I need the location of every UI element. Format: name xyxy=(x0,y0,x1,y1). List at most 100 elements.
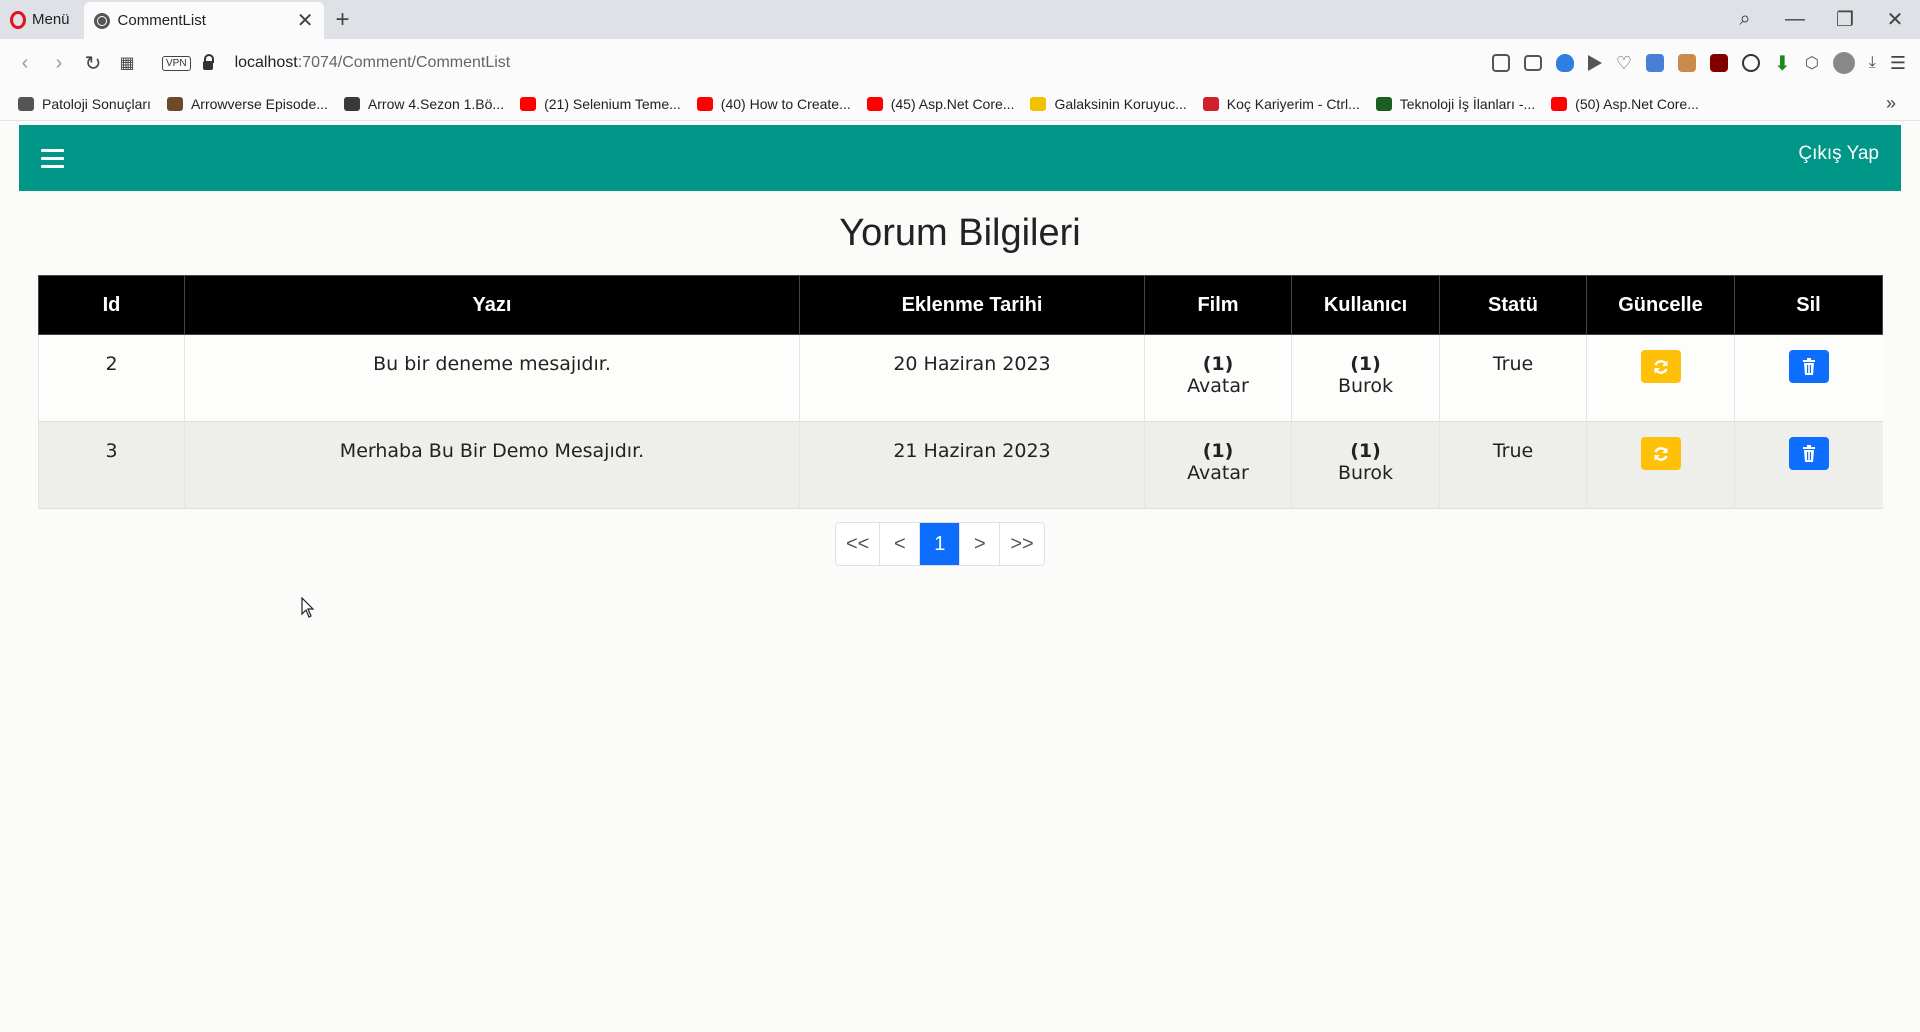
url-field[interactable]: localhost:7074/Comment/CommentList xyxy=(235,54,511,72)
bookmark-item[interactable]: (50) Asp.Net Core... xyxy=(1551,96,1699,112)
trash-icon xyxy=(1802,357,1815,375)
bookmark-item[interactable]: Koç Kariyerim - Ctrl... xyxy=(1202,95,1360,112)
new-tab-button[interactable]: + xyxy=(324,0,362,39)
close-window-icon[interactable]: ✕ xyxy=(1870,7,1920,32)
cell-status: True xyxy=(1439,421,1587,509)
opera-logo-icon xyxy=(10,10,26,29)
url-path: :7074/Comment/CommentList xyxy=(297,54,511,71)
window-controls: ⌕ — ❐ ✕ xyxy=(1720,0,1920,39)
mouse-cursor-icon xyxy=(301,597,315,618)
table-row: 2 Bu bir deneme mesajıdır. 20 Haziran 20… xyxy=(38,334,1883,422)
bookmark-label: Arrow 4.Sezon 1.Bö... xyxy=(367,95,505,112)
bookmark-item[interactable]: (21) Selenium Teme... xyxy=(520,96,681,112)
profile-avatar-icon[interactable] xyxy=(1832,52,1855,74)
next-page-link[interactable]: > xyxy=(960,523,1001,565)
cell-film: (1) Avatar xyxy=(1144,421,1292,509)
search-tabs-icon[interactable]: ⌕ xyxy=(1720,8,1770,31)
close-tab-icon[interactable]: ✕ xyxy=(297,11,314,31)
prev-page-link[interactable]: < xyxy=(880,523,921,565)
logout-link[interactable]: Çıkış Yap xyxy=(1798,143,1879,165)
downloads-icon[interactable]: ⤓ xyxy=(1869,54,1876,72)
column-header-user: Kullanıcı xyxy=(1291,275,1440,335)
camera-icon[interactable] xyxy=(1523,55,1542,71)
bookmark-label: Galaksinin Koruyuc... xyxy=(1054,95,1187,112)
refresh-icon xyxy=(1653,359,1668,374)
back-icon[interactable]: ‹ xyxy=(8,52,42,75)
delete-button[interactable] xyxy=(1788,350,1829,383)
bookmark-item[interactable]: (40) How to Create... xyxy=(696,96,851,112)
forward-icon[interactable]: › xyxy=(42,52,76,75)
film-name: Avatar xyxy=(1187,462,1249,484)
tab-commentlist[interactable]: CommentList ✕ xyxy=(83,2,324,39)
tabs-grid-icon[interactable]: ▦ xyxy=(110,53,144,73)
user-name: Burok xyxy=(1337,462,1394,484)
bookmark-favicon-icon xyxy=(1202,96,1219,111)
film-id: (1) xyxy=(1202,440,1234,462)
bookmark-label: Koç Kariyerim - Ctrl... xyxy=(1226,95,1360,112)
cell-date: 21 Haziran 2023 xyxy=(799,421,1145,509)
bookmark-favicon-icon xyxy=(18,96,34,111)
bookmark-item[interactable]: Patoloji Sonuçları xyxy=(18,96,151,112)
cell-text: Bu bir deneme mesajıdır. xyxy=(184,334,800,422)
vpn-badge[interactable]: VPN xyxy=(162,55,191,71)
ublock-icon[interactable] xyxy=(1710,54,1729,72)
box-icon[interactable]: ⬡ xyxy=(1805,53,1819,73)
download-arrow-icon[interactable]: ⬇ xyxy=(1774,51,1791,76)
restore-icon[interactable]: ❐ xyxy=(1820,7,1870,32)
cell-id: 3 xyxy=(38,421,185,509)
opera-menu-button[interactable]: Menü xyxy=(0,0,84,39)
current-page-link[interactable]: 1 xyxy=(920,523,961,565)
cell-delete xyxy=(1734,421,1883,509)
trash-icon xyxy=(1802,444,1815,462)
speed-dial-icon[interactable] xyxy=(1742,54,1761,72)
snap-icon[interactable] xyxy=(1491,54,1510,72)
shield-icon[interactable] xyxy=(1555,54,1574,72)
bookmark-item[interactable]: Arrowverse Episode... xyxy=(166,95,328,112)
wallet-icon[interactable] xyxy=(1678,54,1697,72)
comment-table: Id Yazı Eklenme Tarihi Film Kullanıcı St… xyxy=(38,275,1883,509)
bookmark-label: (45) Asp.Net Core... xyxy=(890,95,1015,112)
bookmark-favicon-icon xyxy=(520,96,537,111)
send-icon[interactable] xyxy=(1587,55,1602,71)
delete-button[interactable] xyxy=(1788,437,1829,470)
hamburger-menu-icon[interactable] xyxy=(41,148,64,168)
bookmark-favicon-icon xyxy=(1375,96,1392,111)
table-row: 3 Merhaba Bu Bir Demo Mesajıdır. 21 Hazi… xyxy=(38,421,1883,509)
user-id: (1) xyxy=(1350,353,1381,375)
film-id: (1) xyxy=(1202,353,1234,375)
column-header-text: Yazı xyxy=(184,275,800,335)
minimize-icon[interactable]: — xyxy=(1770,8,1820,31)
easy-setup-icon[interactable]: ☰ xyxy=(1890,53,1906,74)
update-button[interactable] xyxy=(1640,437,1681,470)
bookmarks-more-icon[interactable]: » xyxy=(1886,93,1896,114)
bookmark-label: Patoloji Sonuçları xyxy=(42,95,151,112)
lock-icon[interactable] xyxy=(202,53,214,70)
column-header-status: Statü xyxy=(1439,275,1587,335)
bookmark-item[interactable]: (45) Asp.Net Core... xyxy=(866,95,1015,112)
user-name: Burok xyxy=(1337,375,1394,397)
cell-status: True xyxy=(1439,334,1587,422)
bookmark-label: Teknoloji İş İlanları -... xyxy=(1399,95,1536,112)
bookmark-label: (50) Asp.Net Core... xyxy=(1575,95,1699,112)
bookmark-item[interactable]: Galaksinin Koruyuc... xyxy=(1030,95,1187,112)
last-page-link[interactable]: >> xyxy=(1000,523,1044,565)
column-header-id: Id xyxy=(38,275,185,335)
cell-update xyxy=(1586,421,1735,509)
bookmark-favicon-icon xyxy=(1030,96,1047,111)
cell-date: 20 Haziran 2023 xyxy=(799,334,1145,422)
translate-icon[interactable] xyxy=(1646,54,1665,72)
first-page-link[interactable]: << xyxy=(836,523,881,565)
update-button[interactable] xyxy=(1640,350,1681,383)
reload-icon[interactable]: ↻ xyxy=(76,51,110,76)
heart-icon[interactable]: ♡ xyxy=(1616,53,1632,74)
cell-film: (1) Avatar xyxy=(1144,334,1292,422)
bookmark-label: Arrowverse Episode... xyxy=(190,95,328,112)
user-id: (1) xyxy=(1350,440,1381,462)
bookmark-item[interactable]: Arrow 4.Sezon 1.Bö... xyxy=(343,95,505,112)
cell-user: (1) Burok xyxy=(1291,421,1440,509)
address-bar: ‹ › ↻ ▦ VPN localhost:7074/Comment/Comme… xyxy=(0,39,1920,87)
bookmark-label: (21) Selenium Teme... xyxy=(544,95,681,112)
column-header-delete: Sil xyxy=(1734,275,1883,335)
bookmark-item[interactable]: Teknoloji İş İlanları -... xyxy=(1375,95,1536,112)
cell-id: 2 xyxy=(38,334,185,422)
